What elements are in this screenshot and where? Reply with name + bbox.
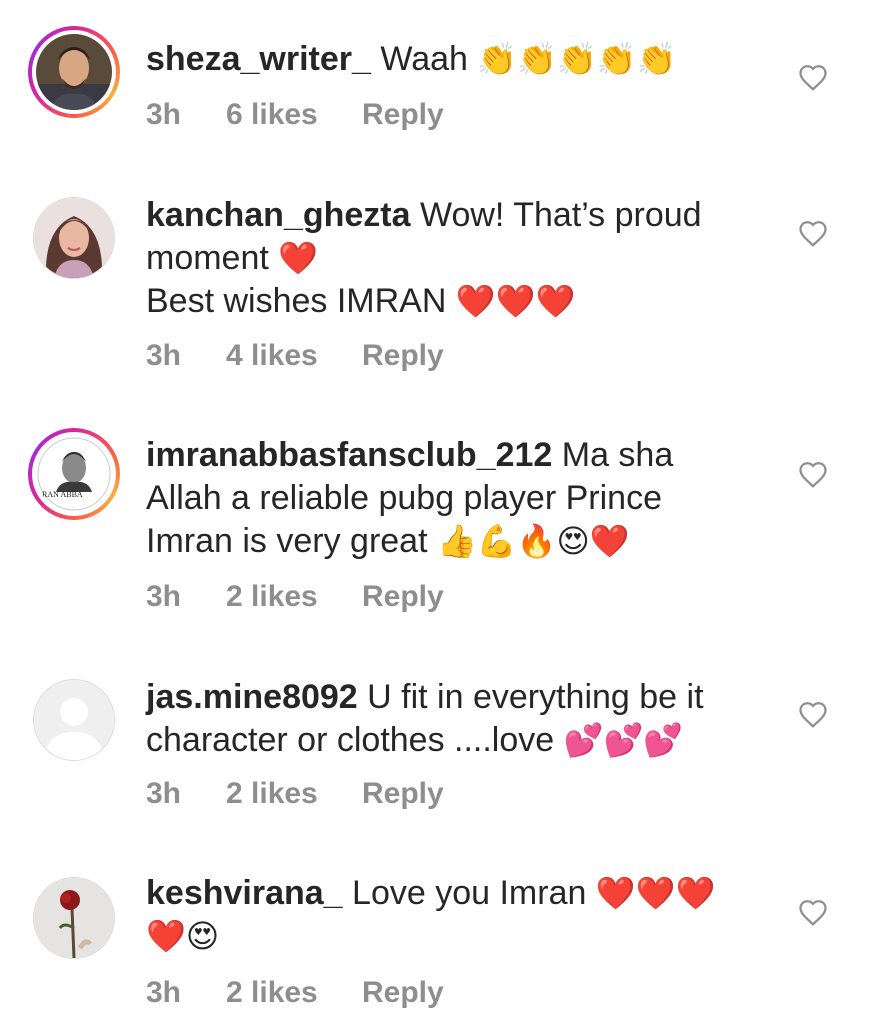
avatar-watermark-text: RAN ABBA (42, 490, 83, 499)
comment-body: jas.mine8092 U fit in everything be it c… (146, 676, 746, 762)
comment-emojis-line2: ❤️❤️❤️ (455, 283, 576, 319)
like-heart-icon[interactable] (798, 460, 828, 490)
comment-username[interactable]: sheza_writer_ (146, 40, 371, 78)
reply-button[interactable]: Reply (362, 580, 444, 614)
like-heart-icon[interactable] (798, 898, 828, 928)
reply-button[interactable]: Reply (362, 98, 444, 132)
comment-emojis-line2: ❤️😍 (146, 918, 220, 954)
comment-meta: 3h 6 likes Reply (146, 98, 444, 132)
comment-text: Love you Imran (352, 874, 587, 912)
comment-body: imranabbasfansclub_212 Ma sha Allah a re… (146, 434, 726, 563)
avatar-story-ring[interactable]: RAN ABBA (28, 428, 120, 520)
comment-username[interactable]: jas.mine8092 (146, 678, 358, 716)
comment-time: 3h (146, 976, 182, 1009)
comment-meta: 3h 4 likes Reply (146, 339, 444, 373)
avatar (36, 34, 112, 110)
comment-username[interactable]: imranabbasfansclub_212 (146, 436, 552, 474)
comment-username[interactable]: kanchan_ghezta (146, 196, 411, 234)
comment-meta: 3h 2 likes Reply (146, 976, 444, 1010)
comment-username[interactable]: keshvirana_ (146, 874, 343, 912)
comment-time: 3h (146, 339, 182, 372)
default-avatar-icon (33, 679, 115, 761)
comment-emojis: ❤️❤️❤️ (595, 875, 716, 911)
avatar-wrapper[interactable] (28, 674, 120, 766)
comment-body: kanchan_ghezta Wow! That’s proud moment … (146, 194, 756, 323)
reply-button[interactable]: Reply (362, 339, 444, 373)
reply-button[interactable]: Reply (362, 976, 444, 1010)
comment-text-line2: Best wishes IMRAN (146, 282, 447, 320)
avatar (33, 197, 115, 279)
avatar-wrapper[interactable] (28, 872, 120, 964)
comment-emojis: 👍💪🔥😍❤️ (436, 523, 630, 559)
comment-emojis: 👏👏👏👏👏 (477, 41, 677, 77)
comment-likes[interactable]: 2 likes (226, 976, 362, 1010)
like-heart-icon[interactable] (798, 63, 828, 93)
like-heart-icon[interactable] (798, 219, 828, 249)
comment-likes[interactable]: 2 likes (226, 777, 362, 811)
comment-time: 3h (146, 580, 182, 613)
comment-body: keshvirana_ Love you Imran ❤️❤️❤️ ❤️😍 (146, 872, 756, 958)
reply-button[interactable]: Reply (362, 777, 444, 811)
comment-meta: 3h 2 likes Reply (146, 580, 444, 614)
comment-body: sheza_writer_ Waah 👏👏👏👏👏 (146, 38, 756, 81)
avatar (33, 877, 115, 959)
comment-likes[interactable]: 6 likes (226, 98, 362, 132)
comment-emojis: ❤️ (278, 240, 319, 276)
comment-emojis: 💕💕💕 (563, 722, 684, 758)
avatar-wrapper[interactable] (28, 192, 120, 284)
comment-likes[interactable]: 2 likes (226, 580, 362, 614)
comment-time: 3h (146, 777, 182, 810)
avatar: RAN ABBA (36, 436, 112, 512)
comment-meta: 3h 2 likes Reply (146, 777, 444, 811)
like-heart-icon[interactable] (798, 700, 828, 730)
comment-likes[interactable]: 4 likes (226, 339, 362, 373)
comment-text: Waah (380, 40, 468, 78)
avatar-story-ring[interactable] (28, 26, 120, 118)
comment-time: 3h (146, 98, 182, 131)
